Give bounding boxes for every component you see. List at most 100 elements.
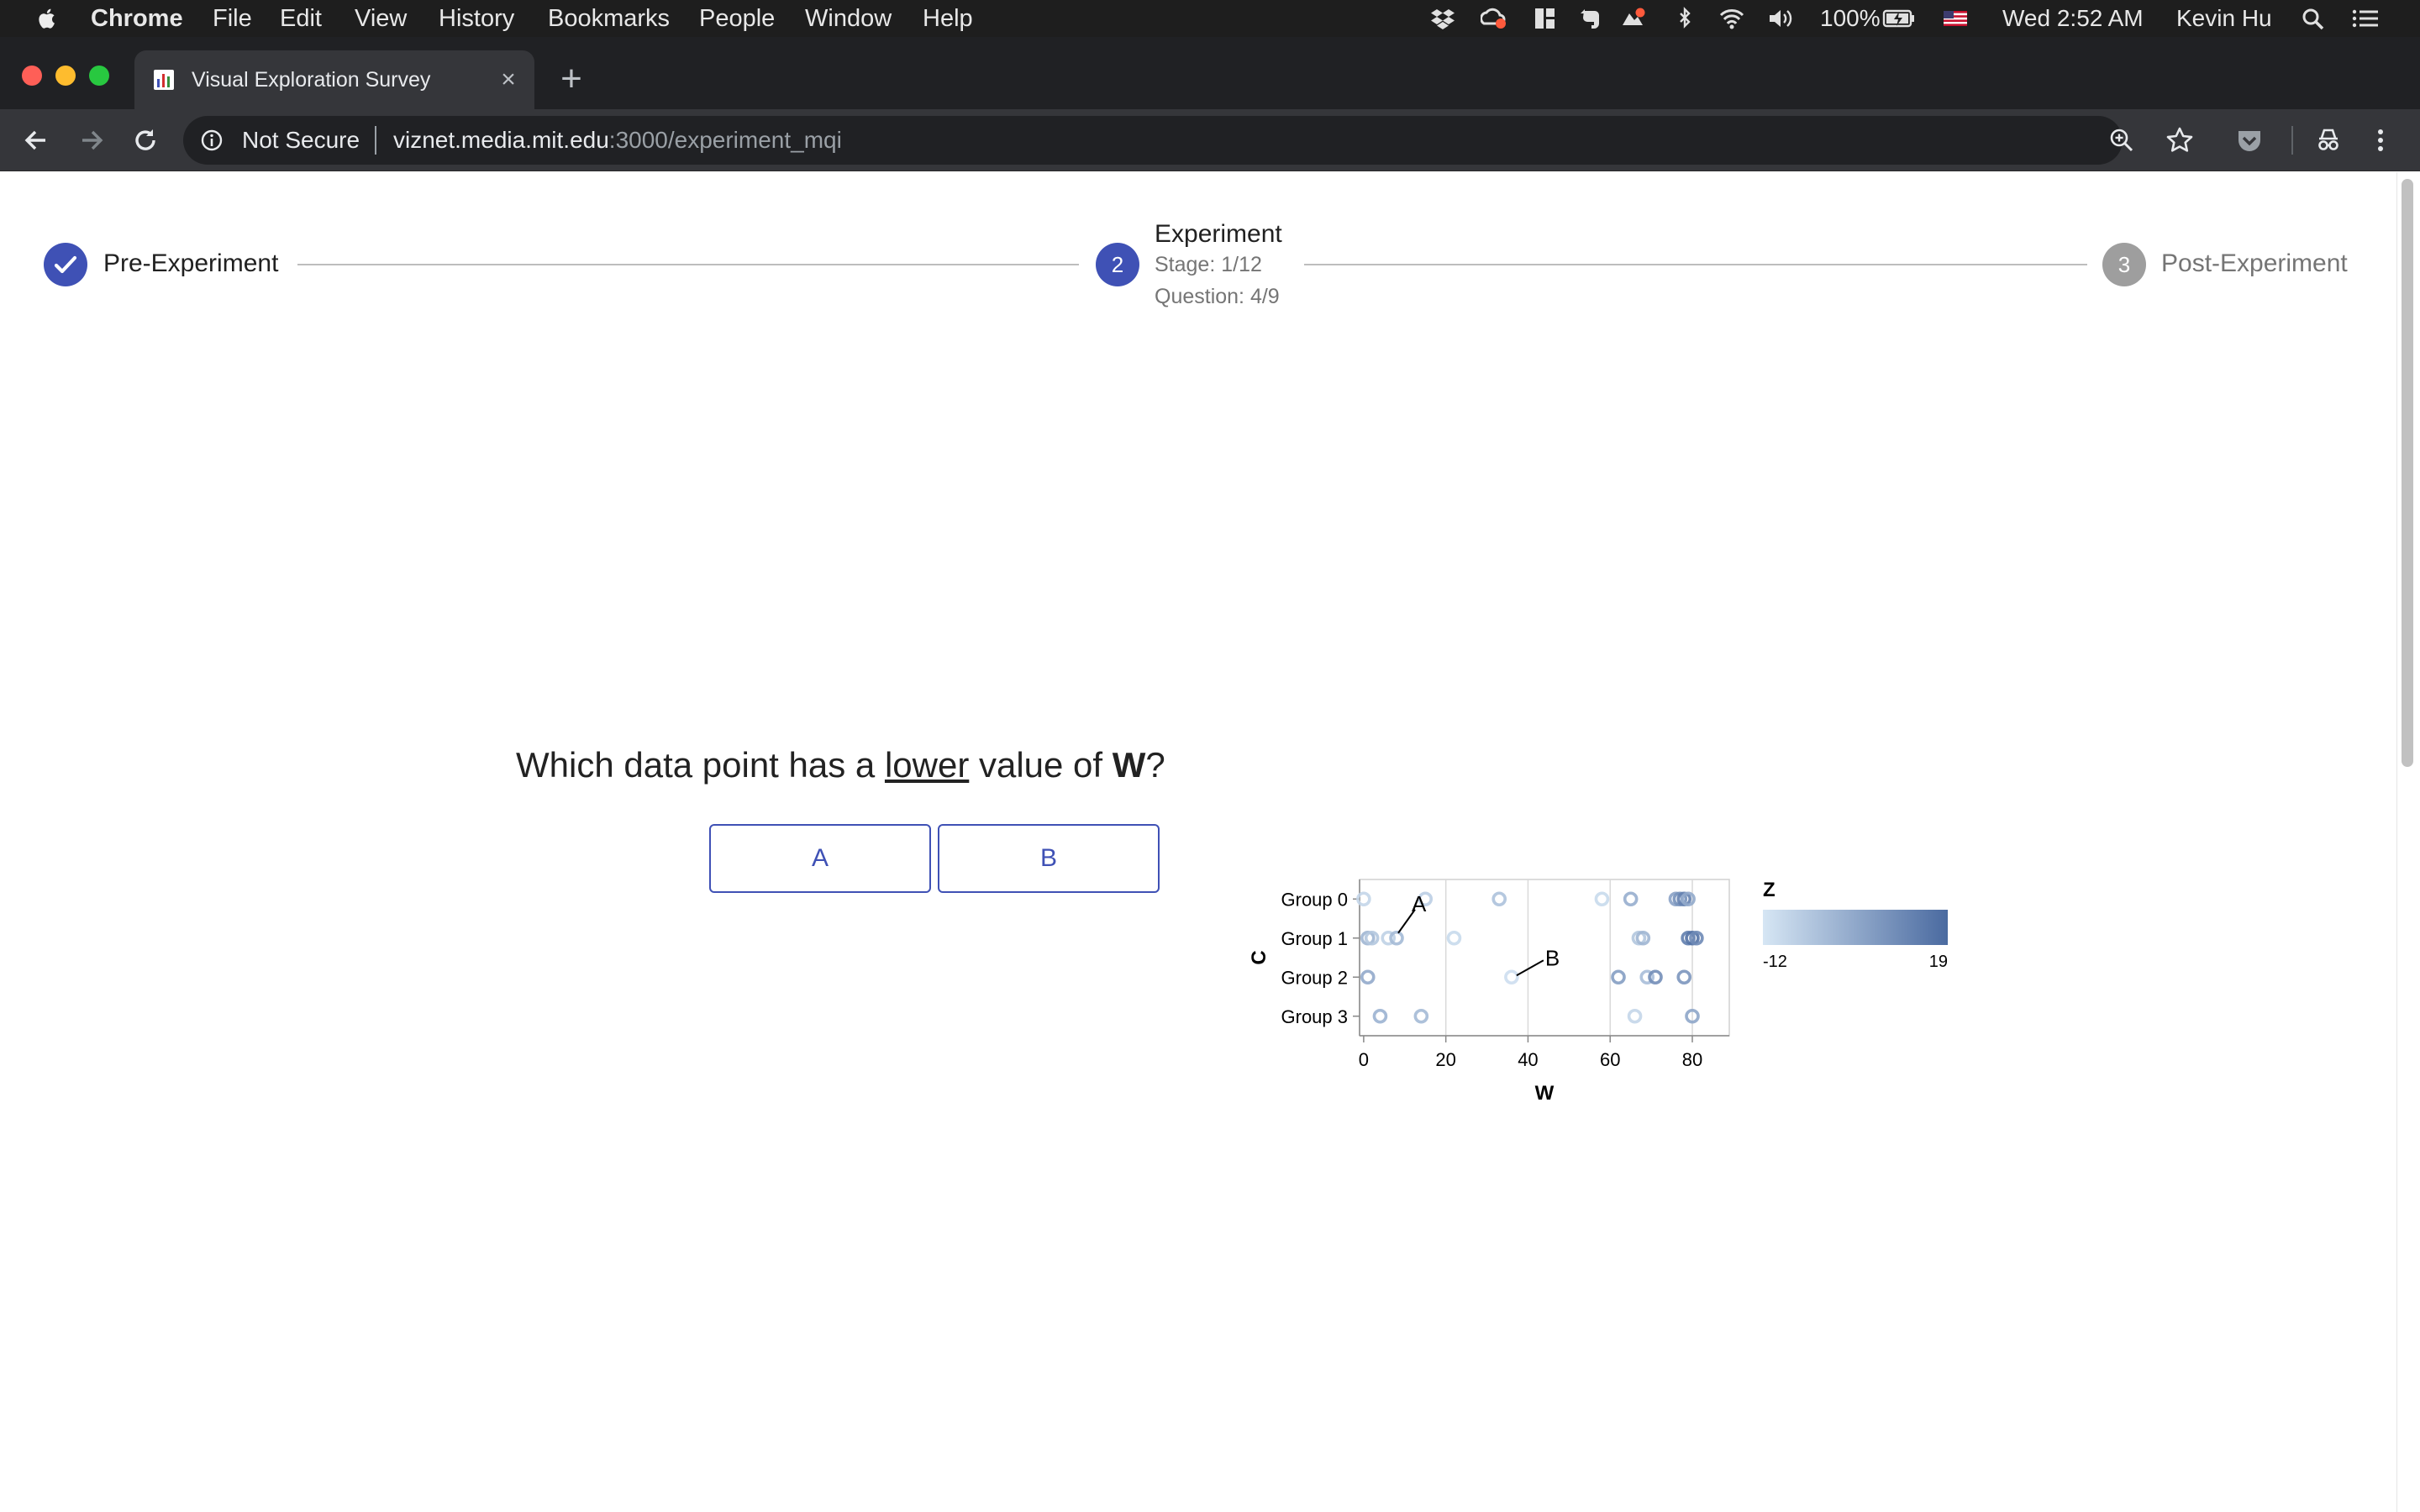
data-point — [1491, 891, 1507, 907]
back-arrow-icon[interactable] — [20, 124, 52, 156]
notification-center-icon[interactable] — [2351, 7, 2380, 30]
tab-title: Visual Exploration Survey — [192, 68, 431, 92]
bluetooth-icon[interactable] — [1672, 7, 1697, 30]
step-experiment-stage: Stage: 1/12 — [1155, 253, 1262, 276]
menubar-user[interactable]: Kevin Hu — [2176, 5, 2272, 32]
question-emphasis: lower — [884, 745, 970, 785]
color-legend-min: -12 — [1763, 953, 1787, 971]
page-content: Pre-Experiment 2 Experiment Stage: 1/12 … — [0, 172, 2420, 1512]
menu-people[interactable]: People — [699, 5, 775, 32]
color-legend-max: 19 — [1929, 953, 1948, 971]
menu-help[interactable]: Help — [923, 5, 973, 32]
battery-percent: 100% — [1820, 5, 1881, 31]
question-prefix: Which data point has a — [516, 745, 885, 785]
color-legend-title: Z — [1763, 879, 1776, 901]
data-point — [1413, 1008, 1429, 1024]
y-category-label: Group 2 — [1281, 967, 1349, 988]
window-close-button[interactable] — [22, 66, 42, 86]
tab-close-icon[interactable]: × — [496, 67, 521, 92]
toolbar-divider — [2291, 126, 2293, 155]
y-category-label: Group 1 — [1281, 928, 1349, 949]
menu-window[interactable]: Window — [805, 5, 892, 32]
x-tick-label: 40 — [1518, 1049, 1538, 1070]
menu-file[interactable]: File — [213, 5, 252, 32]
dropbox-icon[interactable] — [1430, 7, 1455, 30]
menu-app-chrome[interactable]: Chrome — [91, 5, 183, 32]
bookmark-star-icon[interactable] — [2164, 124, 2196, 156]
question-middle: value of — [969, 745, 1113, 785]
data-point — [1360, 969, 1376, 985]
data-point — [1676, 969, 1692, 985]
data-point — [1446, 930, 1462, 946]
chart-favicon-icon — [154, 70, 174, 90]
data-point — [1594, 891, 1610, 907]
menubar-clock[interactable]: Wed 2:52 AM — [2002, 5, 2144, 32]
reload-icon[interactable] — [129, 124, 161, 156]
info-icon[interactable] — [200, 129, 224, 152]
x-tick-label: 60 — [1600, 1049, 1620, 1070]
step-experiment-question: Question: 4/9 — [1155, 285, 1280, 308]
page-scrollbar-thumb[interactable] — [2402, 179, 2413, 767]
step-connector-1 — [297, 264, 1079, 265]
data-point — [1504, 969, 1519, 985]
data-point — [1648, 969, 1663, 985]
step-pre-experiment-label: Pre-Experiment — [103, 249, 279, 277]
x-tick-label: 80 — [1682, 1049, 1702, 1070]
data-point — [1372, 1008, 1388, 1024]
completed-check-icon — [44, 243, 87, 286]
battery-icon[interactable] — [1882, 7, 1916, 30]
us-flag-icon[interactable] — [1943, 7, 1968, 30]
evernote-icon[interactable] — [1578, 7, 1603, 30]
data-point — [1623, 891, 1639, 907]
menu-view[interactable]: View — [355, 5, 407, 32]
address-separator — [375, 126, 376, 155]
apple-icon[interactable] — [34, 5, 60, 32]
step-post-experiment-label: Post-Experiment — [2161, 249, 2348, 277]
menu-bookmarks[interactable]: Bookmarks — [548, 5, 670, 32]
url-path: :3000/experiment_mqi — [608, 127, 842, 153]
step-post-experiment-number: 3 — [2102, 243, 2146, 286]
creative-cloud-icon[interactable] — [1481, 7, 1506, 30]
menu-history[interactable]: History — [439, 5, 514, 32]
step-connector-2 — [1304, 264, 2087, 265]
security-status-label[interactable]: Not Secure — [242, 126, 360, 155]
volume-icon[interactable] — [1768, 7, 1793, 30]
forward-arrow-icon[interactable] — [76, 124, 108, 156]
color-legend-ramp — [1763, 910, 1948, 945]
annotation-label-b: B — [1545, 945, 1560, 970]
answer-a-button[interactable]: A — [709, 824, 931, 893]
menu-edit[interactable]: Edit — [280, 5, 322, 32]
x-tick-label: 0 — [1359, 1049, 1369, 1070]
address-bar[interactable]: Not Secure viznet.media.mit.edu:3000/exp… — [183, 116, 2133, 165]
annotation-leader-b — [1516, 959, 1544, 977]
question-suffix: ? — [1145, 745, 1165, 785]
spotlight-search-icon[interactable] — [2301, 7, 2326, 30]
data-point — [1389, 930, 1404, 946]
chrome-menu-icon[interactable] — [2368, 124, 2393, 156]
wifi-icon[interactable] — [1719, 7, 1744, 30]
y-category-label: Group 0 — [1281, 889, 1349, 910]
answer-b-button[interactable]: B — [938, 824, 1160, 893]
y-axis-title: C — [1248, 950, 1270, 964]
window-zoom-button[interactable] — [89, 66, 109, 86]
x-axis-title: W — [1535, 1082, 1555, 1105]
step-experiment-label: Experiment — [1155, 220, 1282, 248]
data-point — [1611, 969, 1626, 985]
scatter-chart: 0 20 40 60 80 Group 0 Group 1 Group 2 Group 3 W C A… — [1248, 879, 1948, 1105]
zoom-icon[interactable] — [2107, 126, 2136, 155]
pocket-extension-icon[interactable] — [2233, 124, 2265, 156]
notification-app-icon[interactable] — [1620, 7, 1645, 30]
annotation-label-a: A — [1412, 891, 1427, 916]
mac-menubar: Chrome File Edit View History Bookmarks … — [0, 0, 2420, 37]
question-variable: W — [1112, 745, 1146, 785]
url-text[interactable]: viznet.media.mit.edu:3000/experiment_mqi — [393, 126, 842, 155]
window-minimize-button[interactable] — [55, 66, 76, 86]
browser-toolbar: Not Secure viznet.media.mit.edu:3000/exp… — [0, 109, 2420, 171]
new-tab-button[interactable]: + — [556, 60, 587, 97]
incognito-extension-icon[interactable] — [2312, 124, 2344, 156]
x-tick-label: 20 — [1435, 1049, 1455, 1070]
layout-app-icon[interactable] — [1533, 7, 1558, 30]
question-prompt: Which data point has a lower value of W? — [516, 743, 1165, 787]
browser-tab-active[interactable]: Visual Exploration Survey × — [134, 50, 534, 109]
url-host: viznet.media.mit.edu — [393, 127, 609, 153]
